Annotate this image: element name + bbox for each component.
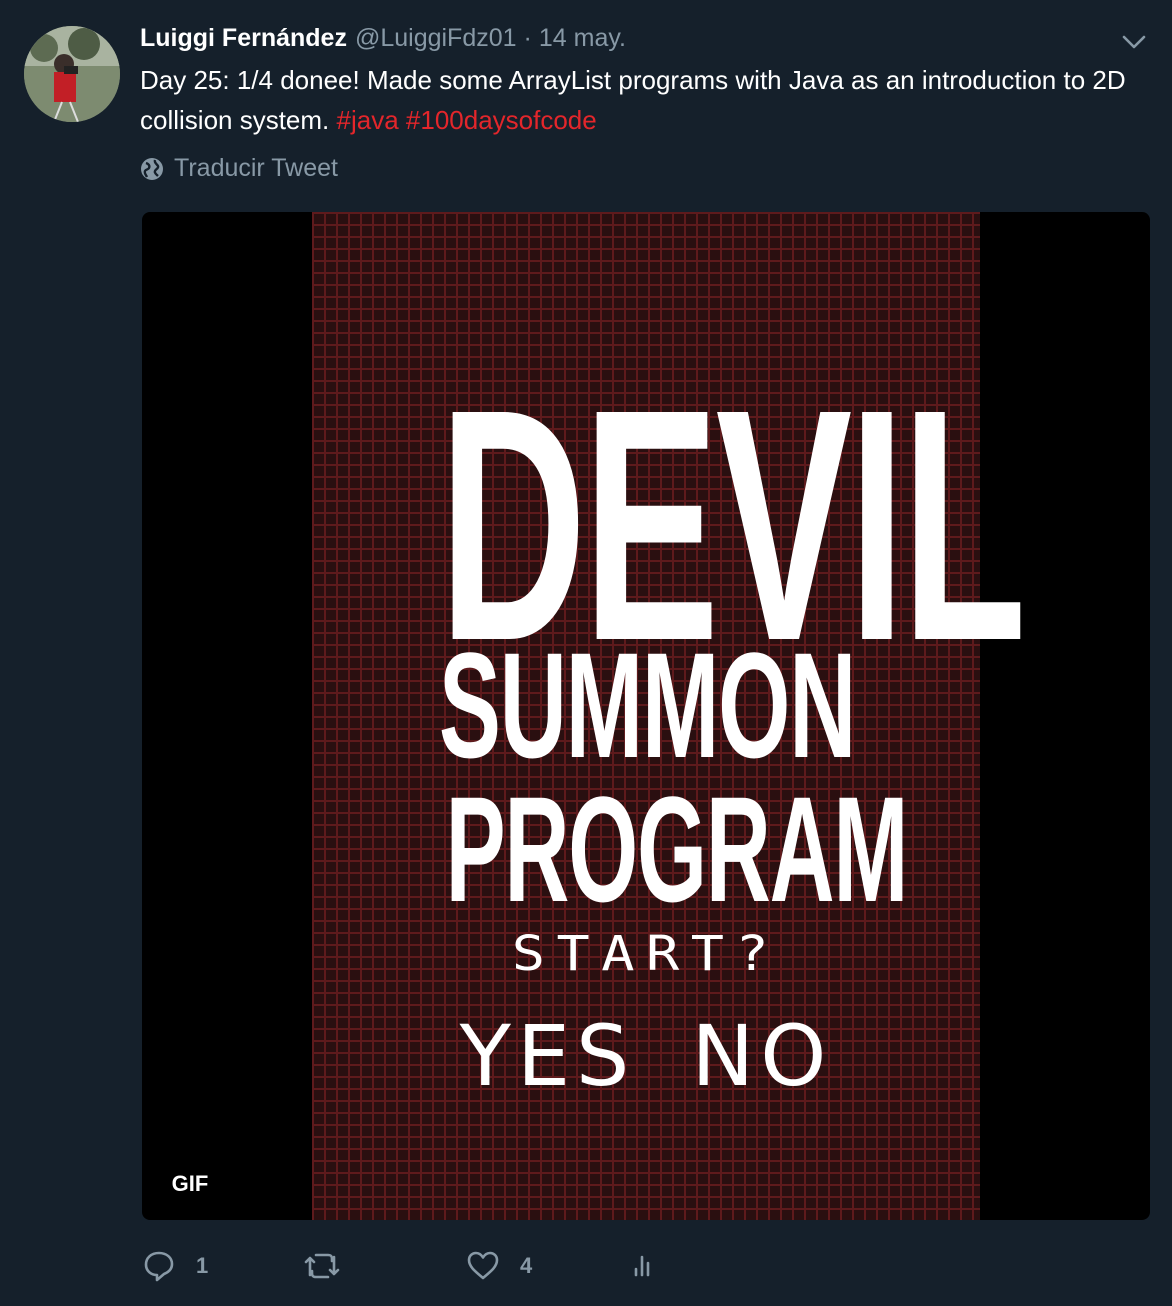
reply-count: 1	[196, 1253, 209, 1278]
gif-media[interactable]: DEVIL SUMMON PROGRAM START? YES NO GIF	[142, 212, 1150, 1220]
gif-title-program: PROGRAM	[445, 765, 909, 933]
tweet-date[interactable]: 14 may.	[539, 24, 626, 53]
hashtag-java[interactable]: #java	[337, 105, 399, 135]
like-button[interactable]: 4	[466, 1244, 532, 1288]
tweet-actions: 1 4	[142, 1244, 1150, 1288]
tweet-header: Luiggi Fernández @LuiggiFdz01 · 14 may.	[140, 24, 626, 58]
globe-icon	[140, 157, 164, 181]
retweet-icon	[302, 1249, 342, 1283]
gif-badge: GIF	[158, 1164, 222, 1204]
analytics-icon	[628, 1249, 662, 1283]
translate-label: Traducir Tweet	[174, 154, 338, 182]
like-icon	[466, 1249, 500, 1283]
analytics-button[interactable]	[628, 1244, 662, 1288]
hashtag-100daysofcode[interactable]: #100daysofcode	[406, 105, 597, 135]
gif-frame: DEVIL SUMMON PROGRAM START? YES NO	[312, 212, 1027, 1220]
author-handle[interactable]: @LuiggiFdz01	[355, 24, 517, 53]
gif-title-summon: SUMMON	[438, 621, 856, 789]
separator: ·	[523, 24, 532, 52]
retweet-button[interactable]	[302, 1244, 342, 1288]
reply-button[interactable]: 1	[142, 1244, 208, 1288]
author-name[interactable]: Luiggi Fernández	[140, 24, 347, 53]
reply-icon	[142, 1249, 176, 1283]
gif-options: YES NO	[312, 1007, 980, 1105]
translate-tweet-link[interactable]: Traducir Tweet	[140, 154, 338, 183]
tweet-text: Day 25: 1/4 donee! Made some ArrayList p…	[140, 60, 1150, 140]
gif-option-yes: YES	[459, 1007, 636, 1105]
caret-down-icon[interactable]	[1118, 30, 1150, 54]
gif-option-no: NO	[691, 1007, 833, 1105]
like-count: 4	[520, 1253, 533, 1278]
tweet-text-content: Day 25: 1/4 donee! Made some ArrayList p…	[140, 65, 1126, 135]
gif-prompt-start: START?	[511, 926, 781, 982]
tweet[interactable]: Luiggi Fernández @LuiggiFdz01 · 14 may. …	[0, 0, 1172, 1306]
avatar[interactable]	[24, 26, 120, 122]
